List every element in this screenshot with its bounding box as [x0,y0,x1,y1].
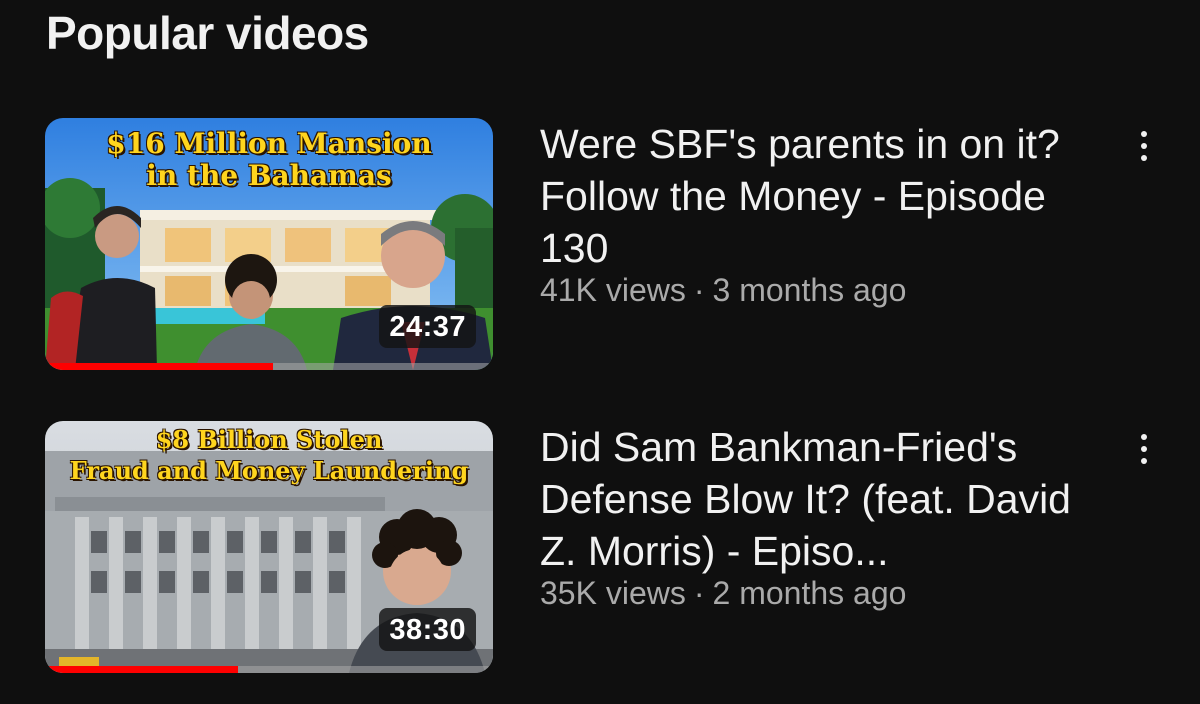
video-title[interactable]: Did Sam Bankman-Fried's Defense Blow It?… [540,421,1100,577]
video-thumbnail[interactable]: $8 Billion Stolen Fraud and Money Launde… [45,421,493,673]
upload-age: 3 months ago [712,272,907,308]
separator: · [693,272,705,308]
view-count: 41K views [540,272,686,308]
video-title[interactable]: Were SBF's parents in on it? Follow the … [540,118,1100,274]
thumbnail-headline: $16 Million Mansion in the Bahamas [106,127,432,193]
duration-badge: 38:30 [379,608,476,651]
duration-badge: 24:37 [379,305,476,348]
section-title: Popular videos [46,7,369,59]
video-stats: 35K views · 2 months ago [540,573,1100,613]
more-vert-icon[interactable] [1124,124,1164,168]
watch-progress-fill [45,363,274,370]
separator: · [693,575,705,611]
thumbnail-headline: $8 Billion Stolen Fraud and Money Launde… [69,425,469,485]
video-meta[interactable]: Were SBF's parents in on it? Follow the … [540,118,1100,310]
video-item[interactable]: $16 Million Mansion in the Bahamas 24:37… [0,118,1200,372]
video-meta[interactable]: Did Sam Bankman-Fried's Defense Blow It?… [540,421,1100,613]
watch-progress-bar [45,363,493,370]
video-thumbnail[interactable]: $16 Million Mansion in the Bahamas 24:37 [45,118,493,370]
watch-progress-fill [45,666,238,673]
upload-age: 2 months ago [712,575,907,611]
watch-progress-bar [45,666,493,673]
video-item[interactable]: $8 Billion Stolen Fraud and Money Launde… [0,421,1200,675]
video-stats: 41K views · 3 months ago [540,270,1100,310]
more-vert-icon[interactable] [1124,427,1164,471]
view-count: 35K views [540,575,686,611]
